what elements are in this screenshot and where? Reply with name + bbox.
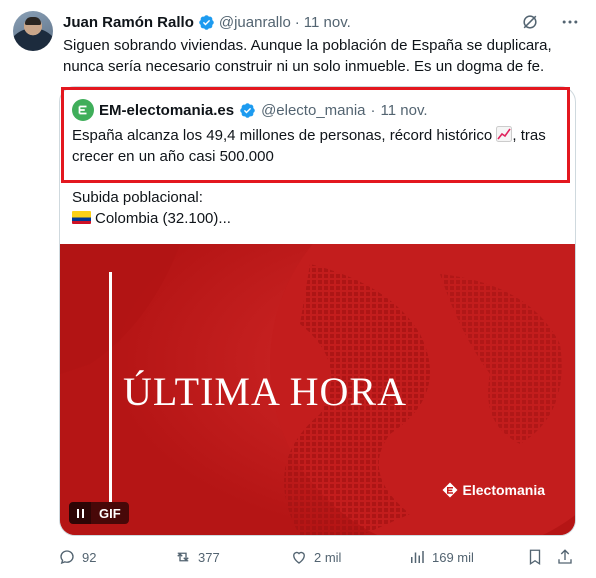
quoted-sub-line: Subida poblacional: bbox=[72, 189, 203, 206]
quoted-sub-line-flag: Colombia (32.100)... bbox=[72, 208, 562, 229]
repost-button[interactable]: 377 bbox=[174, 548, 220, 566]
like-icon bbox=[293, 551, 305, 564]
views-icon bbox=[411, 551, 424, 563]
quoted-author-name[interactable]: EM-electomania.es bbox=[99, 102, 234, 119]
more-icon[interactable] bbox=[560, 12, 580, 32]
repost-count: 377 bbox=[198, 549, 220, 565]
tweet-top-actions bbox=[520, 12, 580, 32]
reply-icon bbox=[60, 550, 74, 565]
reply-button[interactable]: 92 bbox=[58, 548, 96, 566]
tweet-text: Siguen sobrando viviendas. Aunque la pob… bbox=[63, 35, 583, 77]
quoted-author-handle[interactable]: @electo_mania bbox=[261, 102, 365, 119]
tweet-text-line: Siguen sobrando viviendas. Aunque la pob… bbox=[63, 37, 552, 54]
quoted-text-line: España alcanza los 49,4 millones de pers… bbox=[72, 125, 562, 146]
grok-icon[interactable] bbox=[520, 12, 540, 32]
bookmark-button[interactable] bbox=[526, 548, 544, 566]
verified-badge-icon bbox=[199, 14, 214, 30]
quoted-media-gif[interactable]: ÚLTIMA HORA Electomania GIF bbox=[60, 244, 575, 535]
electomania-logo-icon bbox=[442, 482, 458, 498]
gif-controls: GIF bbox=[69, 502, 129, 524]
media-headline: ÚLTIMA HORA bbox=[123, 369, 407, 414]
quoted-text-line: crecer en un año casi 500.000 bbox=[72, 148, 274, 165]
separator-dot: · bbox=[370, 101, 376, 119]
views-button[interactable]: 169 mil bbox=[408, 548, 474, 566]
repost-icon bbox=[177, 552, 189, 562]
quoted-text: España alcanza los 49,4 millones de pers… bbox=[72, 125, 562, 167]
tweet-header: Juan Ramón Rallo @juanrallo · 11 nov. bbox=[63, 12, 351, 32]
quoted-sub-line: Colombia (32.100)... bbox=[95, 210, 231, 227]
media-brand: Electomania bbox=[441, 481, 545, 499]
quoted-text-part: España alcanza los 49,4 millones de pers… bbox=[72, 127, 497, 144]
quoted-date[interactable]: 11 nov. bbox=[381, 102, 428, 119]
tweet-date[interactable]: 11 nov. bbox=[304, 14, 351, 31]
like-button[interactable]: 2 mil bbox=[290, 548, 341, 566]
author-handle[interactable]: @juanrallo bbox=[219, 14, 291, 31]
quoted-text-part: , tras bbox=[512, 127, 546, 144]
electomania-logo-icon bbox=[78, 105, 87, 115]
bookmark-icon bbox=[529, 549, 541, 566]
quoted-header: EM-electomania.es @electo_mania · 11 nov… bbox=[72, 99, 428, 121]
views-count: 169 mil bbox=[432, 549, 474, 565]
author-avatar[interactable] bbox=[13, 11, 53, 51]
quoted-avatar[interactable] bbox=[72, 99, 94, 121]
chart-increasing-icon bbox=[496, 126, 513, 142]
media-brand-label: Electomania bbox=[462, 482, 545, 498]
pause-icon[interactable] bbox=[69, 502, 91, 524]
share-button[interactable] bbox=[556, 548, 574, 566]
share-icon bbox=[558, 549, 572, 564]
verified-badge-icon bbox=[240, 102, 255, 118]
author-name[interactable]: Juan Ramón Rallo bbox=[63, 14, 194, 31]
quoted-tweet[interactable]: EM-electomania.es @electo_mania · 11 nov… bbox=[59, 86, 576, 536]
quoted-extra-text: Subida poblacional: Colombia (32.100)... bbox=[72, 187, 562, 229]
colombia-flag-icon bbox=[72, 211, 91, 224]
gif-label: GIF bbox=[91, 502, 129, 524]
like-count: 2 mil bbox=[314, 549, 342, 565]
separator-dot: · bbox=[294, 13, 300, 31]
tweet-action-bar: 92 377 2 mil 169 mil bbox=[58, 546, 580, 568]
vertical-accent-line bbox=[109, 272, 112, 502]
tweet-text-line: nunca sería necesario construir ni un so… bbox=[63, 58, 545, 75]
reply-count: 92 bbox=[82, 549, 97, 565]
